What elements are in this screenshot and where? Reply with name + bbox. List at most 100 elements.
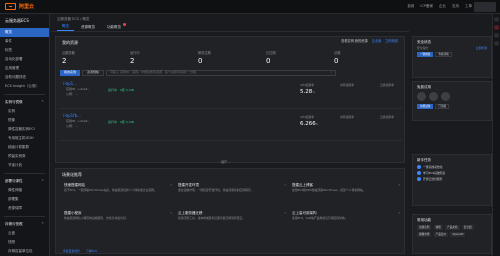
- tool-strip: [492, 14, 500, 256]
- sidebar-item-scc[interactable]: 超级计算集群: [0, 143, 49, 152]
- metric-value: 5.28%: [300, 89, 332, 96]
- feedback-icon[interactable]: [494, 33, 499, 38]
- stat-expiring[interactable]: 即将过期 0: [198, 51, 266, 65]
- stat-running[interactable]: 运行中 2: [130, 51, 198, 65]
- sidebar-item-app-mgmt[interactable]: 应用管理: [0, 64, 49, 73]
- sidebar-item-capacity[interactable]: 资源保障: [0, 204, 49, 213]
- check-now-link[interactable]: 立即检测: [476, 46, 487, 50]
- account-avatar[interactable]: [474, 2, 496, 12]
- tab-features[interactable]: 功能概览: [102, 23, 126, 31]
- security-actions: 一键修复 查看详情: [417, 52, 487, 58]
- scenario-card[interactable]: 云上高可用架构 使用ECS、SLB等产品构建高可用应用架构。 ›: [292, 210, 400, 233]
- main-content: 云服务器 ECS / 概览 概览 资源概览 功能概览 我的资源 查看实例 我的资…: [51, 14, 409, 256]
- top-link[interactable]: 支持: [452, 4, 459, 8]
- sidebar-item-scu[interactable]: 存储容量单位包: [0, 247, 49, 256]
- expand-button[interactable]: 展开 ⌄: [221, 160, 230, 165]
- sidebar-item-image[interactable]: 镜像: [0, 116, 49, 125]
- sidebar-item-instance[interactable]: 实例: [0, 107, 49, 116]
- tab-overview[interactable]: 概览: [57, 23, 74, 31]
- stat-expired[interactable]: 已过期 0: [266, 51, 334, 65]
- feature-tag[interactable]: OpenAPI: [450, 232, 466, 238]
- instance-row[interactable]: i-bp1... 实例ID：i-2ze4... 公网：... 运行中 · 2核 …: [60, 79, 402, 109]
- metric-disk: 云盘使用率: [380, 83, 412, 96]
- sidebar-item-disk[interactable]: 云盘: [0, 229, 49, 238]
- chevron-up-icon: ⌃: [41, 179, 44, 184]
- details-button[interactable]: 查看详情: [435, 52, 452, 58]
- top-link[interactable]: 费用: [407, 4, 414, 8]
- breadcrumb: 云服务器 ECS / 概览: [57, 17, 90, 21]
- sidebar-item-eci[interactable]: 弹性容器实例ECI: [0, 125, 49, 134]
- task-item[interactable]: 学习ECS基础知识: [417, 170, 487, 176]
- tab-resources[interactable]: 资源概览: [76, 23, 100, 31]
- notification-icon[interactable]: [494, 25, 499, 30]
- sidebar-item-tags[interactable]: 标签: [0, 46, 49, 55]
- group-label: 部署与弹性: [5, 179, 23, 184]
- avatar: [429, 92, 438, 102]
- sidebar-group-instances[interactable]: 实例与镜像 ⌃: [0, 98, 49, 107]
- scenario-card[interactable]: 云上服务器迁移 使用迁移工具，将本地或其他云服务器迁移到阿里云。 ›: [178, 210, 286, 233]
- free-trial-panel: 免费试用 免费试用 已领取: [412, 81, 492, 121]
- scenario-card[interactable]: 搭建云上博客 使用ECS和RDS快速部署WordPress，搭建个人博客网站。 ›: [292, 182, 400, 205]
- feature-tag[interactable]: 产品文档: [445, 225, 460, 231]
- sidebar-group-elastic[interactable]: 部署与弹性 ⌃: [0, 177, 49, 186]
- feature-tag[interactable]: 产品定价: [433, 232, 449, 238]
- metric-cpu: CPU使用率 5.28%: [300, 83, 332, 96]
- sidebar-item-events[interactable]: 事件: [0, 37, 49, 46]
- task-label: 学习ECS基础知识: [423, 170, 446, 175]
- sidebar-item-insight[interactable]: ECS Insight（公测）: [0, 82, 49, 91]
- sidebar-item-deployment-set[interactable]: 部署集: [0, 195, 49, 204]
- instance-metrics: CPU使用率 5.28% 内存使用率 云盘使用率: [300, 83, 412, 96]
- sidebar-item-snapshot[interactable]: 快照: [0, 238, 49, 247]
- feature-tag[interactable]: 镜像市场: [417, 232, 432, 238]
- top-link[interactable]: 工单: [465, 4, 472, 8]
- feature-tag[interactable]: 创建实例: [417, 225, 432, 231]
- panel-link[interactable]: 查看实例 我的资源: [341, 39, 368, 44]
- sidebar-item-ddh[interactable]: 专用宿主机DDH: [0, 134, 49, 143]
- chevron-up-icon: ⌃: [41, 222, 44, 227]
- sidebar-item-savings[interactable]: 节省计划: [0, 161, 49, 170]
- feature-tag[interactable]: 安全组: [461, 225, 474, 231]
- sidebar-item-ri[interactable]: 预留实例券: [0, 152, 49, 161]
- help-icon[interactable]: [494, 41, 499, 46]
- sidebar-item-troubleshoot[interactable]: 自助问题排查: [0, 73, 49, 82]
- panel-links: 查看实例 我的资源 企业版 立即续费: [341, 39, 398, 44]
- stat-value: 2: [62, 56, 67, 65]
- fix-button[interactable]: 一键修复: [417, 52, 434, 58]
- feature-tag[interactable]: 快照: [433, 225, 443, 231]
- scenario-card[interactable]: 快速搭建网站 基于ECS，一键部署WordPress站点，快速搭建您的个人博客或企…: [64, 182, 172, 205]
- sidebar-item-autoscaling[interactable]: 弹性伸缩: [0, 186, 49, 195]
- top-link[interactable]: ICP备案: [420, 4, 433, 8]
- sidebar-item-overview[interactable]: 概览: [0, 27, 49, 37]
- learn-ecs-link[interactable]: 了解ECS: [86, 249, 97, 253]
- panel-link[interactable]: 立即续费: [385, 39, 398, 44]
- search-input[interactable]: 可输入 实例ID、名称、IP地址搜索资源，多个关键词请用“,”分隔 ⌕: [106, 70, 337, 76]
- my-instances-button[interactable]: 我的实例: [60, 70, 81, 76]
- card-title: 云上高可用架构: [292, 211, 317, 215]
- stat-servers[interactable]: 云服务器 2: [62, 51, 130, 65]
- search-icon[interactable]: ⌕: [330, 71, 332, 75]
- metric-label: CPU使用率: [300, 83, 315, 87]
- security-score-label: 安全得分: [417, 46, 429, 51]
- instance-row[interactable]: i-bp1fb... 实例ID：i-2ze8... 公网：... 运行中 · 2…: [60, 111, 402, 141]
- task-label: 开通云监控服务: [423, 176, 443, 181]
- sidebar-group-storage[interactable]: 存储与快照 ⌃: [0, 220, 49, 229]
- group-label: 实例与镜像: [5, 100, 23, 105]
- metric-value: 6.266%: [300, 121, 332, 128]
- logo[interactable]: 阿里云: [5, 3, 34, 10]
- claimed-button[interactable]: 已领取: [435, 104, 450, 110]
- stat-recent[interactable]: 近期 0: [334, 51, 402, 65]
- scenario-card[interactable]: 搭建小程序 快速搭建微信小程序的后端服务，支持高并发访问。 ›: [64, 210, 172, 233]
- card-title: 搭建开发环境: [178, 183, 199, 187]
- sidebar-item-auto-deploy[interactable]: 自动化部署: [0, 55, 49, 64]
- more-scenarios-link[interactable]: 查看更多场景: [63, 249, 80, 253]
- chat-icon[interactable]: [494, 17, 499, 22]
- task-item[interactable]: 一键完成初始化: [417, 165, 487, 170]
- stat-label: 即将过期: [198, 51, 211, 55]
- resource-stats: 云服务器 2 运行中 2 即将过期 0 已过期 0 近期 0: [62, 51, 402, 65]
- free-trial-button[interactable]: 免费试用: [417, 104, 434, 110]
- panel-link[interactable]: 企业版: [372, 39, 382, 44]
- task-item[interactable]: 开通云监控服务: [417, 176, 487, 182]
- top-link[interactable]: 企业: [439, 4, 446, 8]
- resource-spec-button[interactable]: 资源规格: [82, 70, 105, 76]
- scenario-card[interactable]: 搭建开发环境 通过镜像市场，一键搭建开发环境，快速部署您的应用程序。 ›: [178, 182, 286, 205]
